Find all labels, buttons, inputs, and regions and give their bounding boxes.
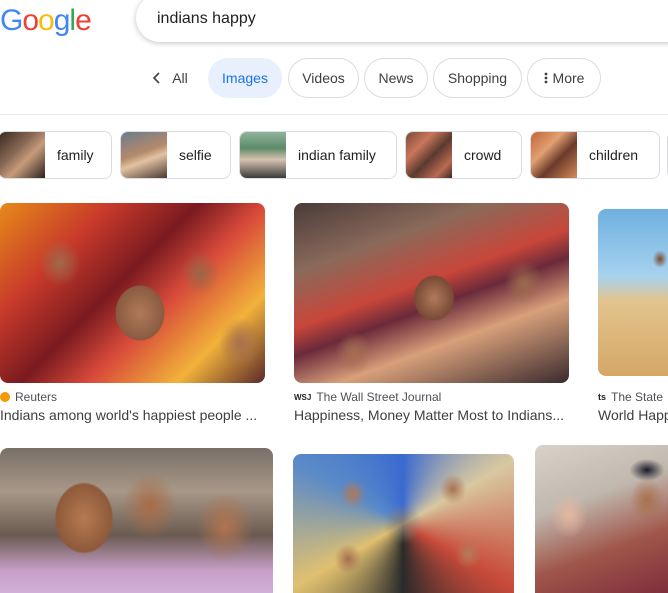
chip-thumbnail — [0, 132, 45, 178]
logo-letter: o — [22, 4, 39, 37]
chip-crowd[interactable]: crowd — [405, 131, 522, 179]
logo-letter: e — [75, 4, 92, 37]
google-logo[interactable]: Google — [0, 4, 92, 38]
result-title[interactable]: Indians among world's happiest people ..… — [0, 407, 268, 423]
tab-label: Images — [222, 70, 268, 86]
result-source[interactable]: WSJ The Wall Street Journal — [294, 390, 441, 404]
reuters-favicon-icon — [0, 392, 10, 402]
chip-label: children — [589, 147, 639, 163]
chip-thumbnail — [406, 132, 452, 178]
tab-label: More — [552, 70, 585, 86]
chip-label: selfie — [179, 147, 212, 163]
chip-label: crowd — [464, 147, 502, 163]
tab-videos[interactable]: Videos — [288, 58, 359, 98]
header-divider — [0, 114, 668, 115]
tab-more[interactable]: More — [527, 58, 601, 98]
tab-shopping[interactable]: Shopping — [433, 58, 522, 98]
tab-label: Shopping — [447, 70, 508, 86]
logo-letter: o — [38, 4, 55, 37]
chip-label: indian family — [298, 147, 376, 163]
chip-selfie[interactable]: selfie — [120, 131, 231, 179]
result-image[interactable] — [0, 203, 265, 383]
result-title[interactable]: World Happ — [598, 407, 668, 423]
tab-label: Videos — [302, 70, 345, 86]
search-input[interactable]: indians happy — [157, 10, 256, 28]
chip-thumbnail — [531, 132, 577, 178]
chip-thumbnail — [121, 132, 167, 178]
chip-indian-family[interactable]: indian family — [239, 131, 397, 179]
wsj-favicon-icon: WSJ — [294, 392, 312, 402]
chip-thumbnail — [240, 132, 286, 178]
result-image[interactable] — [535, 445, 668, 593]
result-source[interactable]: ts The State — [598, 390, 663, 404]
state-favicon-icon: ts — [598, 392, 607, 402]
tab-label: News — [378, 70, 414, 86]
logo-letter: g — [53, 4, 71, 37]
chip-children[interactable]: children — [530, 131, 660, 179]
source-name: Reuters — [15, 390, 58, 404]
result-image[interactable] — [294, 203, 569, 383]
search-box[interactable]: indians happy — [136, 0, 668, 42]
logo-letter: G — [0, 4, 23, 37]
chip-label: family — [57, 147, 94, 163]
result-title[interactable]: Happiness, Money Matter Most to Indians.… — [294, 407, 572, 423]
result-image[interactable] — [598, 209, 668, 376]
tab-all[interactable]: All — [146, 58, 194, 98]
tab-images[interactable]: Images — [208, 58, 282, 98]
tab-label: All — [172, 70, 188, 86]
source-name: The State — [611, 390, 664, 404]
kebab-menu-icon — [544, 72, 547, 84]
chevron-left-icon — [153, 72, 160, 84]
tab-news[interactable]: News — [364, 58, 428, 98]
result-image[interactable] — [293, 454, 514, 593]
result-source[interactable]: Reuters — [0, 390, 57, 404]
source-name: The Wall Street Journal — [316, 390, 442, 404]
result-image[interactable] — [0, 448, 273, 593]
chip-family[interactable]: family — [0, 131, 112, 179]
